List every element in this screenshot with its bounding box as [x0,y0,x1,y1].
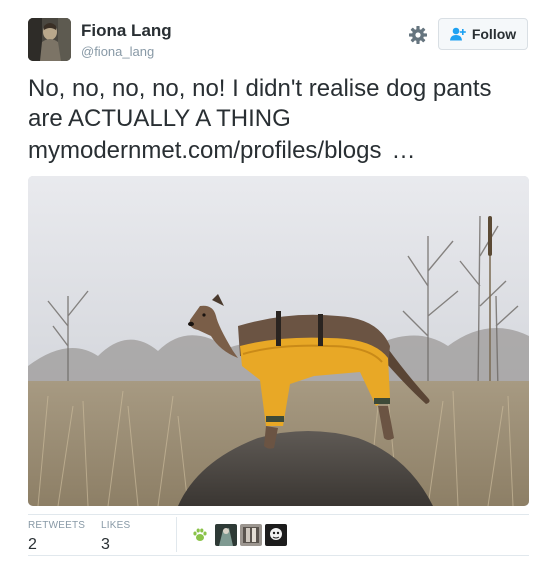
tweet-link-ellipsis: … [391,137,416,164]
retweets-stat[interactable]: RETWEETS 2 [28,520,85,554]
likes-count: 3 [101,536,110,553]
tweet-link[interactable]: mymodernmet.com/profiles/blogs … [28,136,415,166]
avatar-image [28,18,71,61]
follow-button-label: Follow [471,26,517,42]
liker-avatar-1[interactable] [215,524,237,546]
paw-icon [193,528,207,541]
retweets-count: 2 [28,536,37,553]
add-user-icon [449,27,466,41]
stats-divider-bottom [28,555,529,556]
follow-button[interactable]: Follow [438,18,528,50]
author-handle[interactable]: @fiona_lang [81,44,154,59]
tweet-link-url: mymodernmet.com/profiles/blogs [28,137,382,164]
likes-stat[interactable]: LIKES 3 [101,520,130,554]
dog-photo-image [28,176,529,506]
stats-divider-top [28,514,529,515]
likers-list [192,524,287,546]
liker-avatar-2[interactable] [240,524,262,546]
liker-avatar-3[interactable] [265,524,287,546]
likes-label: LIKES [101,520,131,531]
author-name[interactable]: Fiona Lang [81,21,172,41]
retweets-label: RETWEETS [28,520,86,531]
tweet-text: No, no, no, no, no! I didn't realise dog… [28,75,492,132]
gear-icon[interactable] [406,23,430,47]
tweet-photo[interactable] [28,176,529,506]
stats-separator [176,517,177,552]
author-avatar[interactable] [28,18,71,61]
